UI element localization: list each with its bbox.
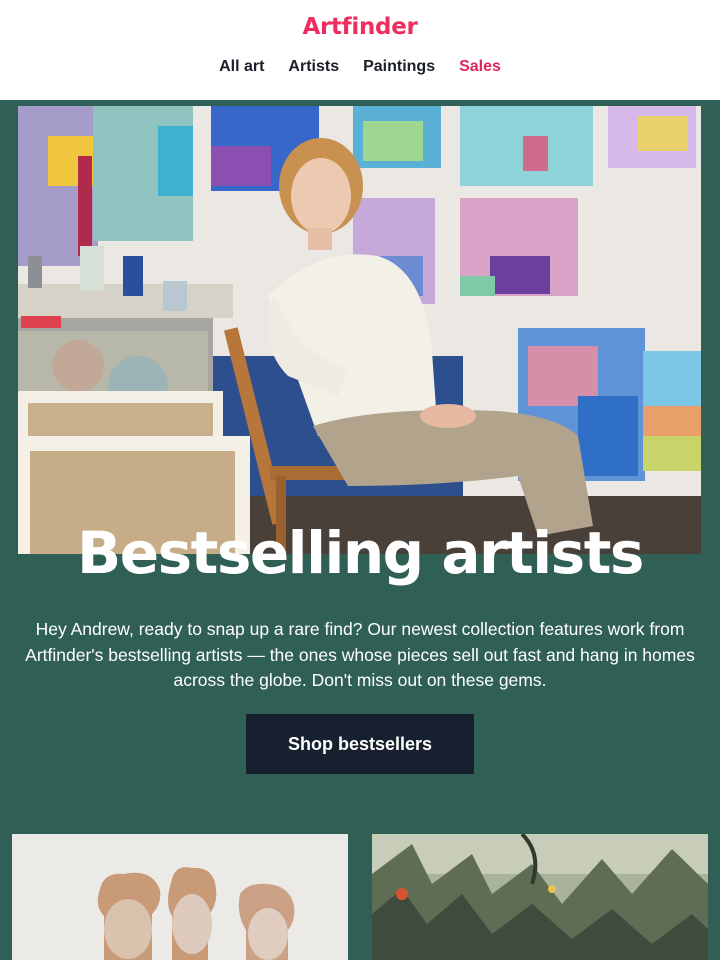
logo-text: Artfinder (302, 14, 418, 40)
main-nav: All art Artists Paintings Sales (0, 58, 720, 76)
email-header: Artfinder All art Artists Paintings Sale… (0, 0, 720, 100)
sculpture-heads-image (12, 834, 348, 960)
nav-link-paintings[interactable]: Paintings (363, 58, 435, 76)
nav-link-sales[interactable]: Sales (459, 58, 501, 76)
shop-bestsellers-button[interactable]: Shop bestsellers (246, 714, 474, 774)
nav-link-all-art[interactable]: All art (219, 58, 264, 76)
artwork-card-jungle-painting[interactable] (372, 834, 708, 960)
jungle-painting-image (372, 834, 708, 960)
nav-link-artists[interactable]: Artists (288, 58, 339, 76)
studio-illustration (18, 106, 701, 554)
artfinder-logo[interactable]: Artfinder (0, 14, 720, 40)
hero-title: Bestselling artists (77, 519, 644, 587)
artwork-card-sculptures[interactable] (12, 834, 348, 960)
hero-artist-studio-photo[interactable] (18, 106, 701, 554)
hero-body-text: Hey Andrew, ready to snap up a rare find… (25, 619, 695, 690)
